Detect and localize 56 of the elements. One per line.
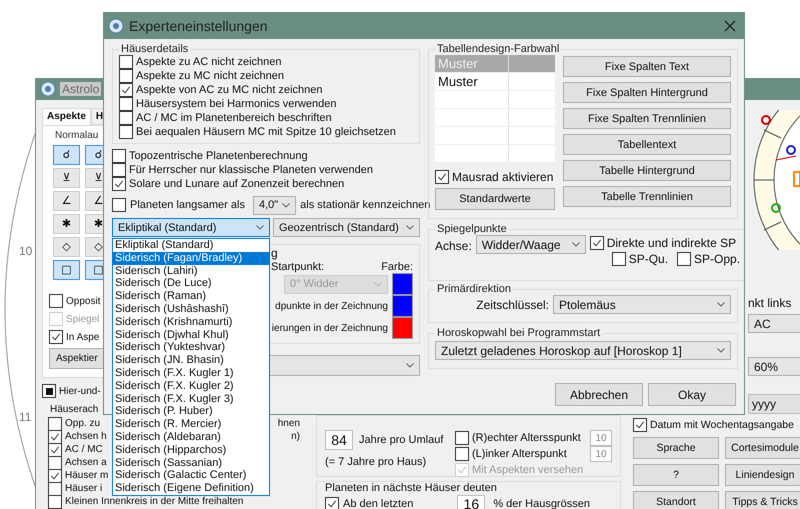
checkbox-label: Ab den letzten <box>343 498 414 509</box>
house-number: 11 <box>19 410 32 424</box>
color-row-label: dpunkte in der Zeichnung <box>275 300 388 312</box>
group-title: Tabellendesign-Farbwahl <box>436 43 560 55</box>
group-title: Häuserach <box>50 404 98 415</box>
per-house-label: (= 7 Jahre pro Haus) <box>325 456 428 468</box>
years-label: Jahre pro Umlauf <box>359 434 444 446</box>
color-label: Farbe: <box>381 261 413 273</box>
group-title: Normalau <box>55 130 98 141</box>
checkbox-label: (L)inker Alterspunkt <box>472 448 568 460</box>
label-fragment: n) <box>291 431 300 442</box>
checkbox-label: Aspekte zu AC nicht zeichnen <box>136 56 282 68</box>
checkbox-label: Kleinen Innenkreis in der Mitte freihalten <box>65 496 244 507</box>
checkbox-label: In Aspe <box>66 332 100 342</box>
house-number: 10 <box>19 244 32 258</box>
checkbox-label: Topozentrische Planetenberechnung <box>129 150 308 162</box>
checkbox-label: AC / MC <box>65 444 103 455</box>
label-fragment: hnen <box>278 418 300 429</box>
checkbox-label: Aspekte zu MC nicht zeichnen <box>136 70 284 82</box>
checkbox-label: SP-Qu. <box>628 252 668 266</box>
start-label: Startpunkt: <box>271 261 324 273</box>
checkbox-label: Mausrad aktivieren <box>452 170 554 184</box>
window-title: Astrolo <box>60 82 102 96</box>
checkbox-label: Häuser i <box>65 483 102 494</box>
checkbox-label: Datum mit Wochentagsangabe <box>650 419 794 431</box>
checkbox-label: (R)echter Altersspunkt <box>472 432 582 444</box>
checkbox-label: Planeten langsamer als <box>130 199 245 211</box>
color-row-label: ierungen in der Zeichnung <box>272 322 388 334</box>
group-title: Häuserdetails <box>120 43 190 55</box>
group-title: g <box>271 246 278 260</box>
checkbox-label: Achsen h <box>65 431 107 442</box>
checkbox-label: Direkte und indirekte SP <box>606 236 736 250</box>
checkbox-label: Häuser m <box>65 470 108 481</box>
checkbox-label: Aspekte von AC zu MC nicht zeichnen <box>136 84 322 96</box>
checkbox-label: Achsen a <box>65 457 107 468</box>
checkbox-label: Opposit <box>66 296 100 306</box>
unit-label: % der Hausgrössen <box>493 498 590 509</box>
checkbox-label: SP-Opp. <box>694 252 740 266</box>
checkbox-label: Für Herrscher nur klassische Planeten verwenden <box>129 164 373 176</box>
axis-label: Achse: <box>435 239 472 253</box>
checkbox-label: Solare und Lunare auf Zonenzeit berechnen <box>129 178 344 190</box>
group-title: Spiegelpunkte <box>436 223 508 235</box>
time-key-label: Zeitschlüssel: <box>476 298 549 312</box>
checkbox-label: Bei aequalen Häusern MC mit Spitze 10 gleichsetzen <box>136 126 396 138</box>
group-title: Horoskopwahl bei Programmstart <box>436 327 602 339</box>
group-title: Primärdirektion <box>436 283 512 295</box>
suffix-label: als stationär kennzeichnen <box>300 199 430 211</box>
checkbox-label: AC / MC im Planetenbereich beschriften <box>136 112 332 124</box>
field-label: nkt links <box>748 296 792 310</box>
checkbox-label: Mit Aspekten versehen <box>472 464 584 476</box>
checkbox-label: Hier-und- <box>59 386 101 396</box>
group-title: Planeten in nächste Häuser deuten <box>325 482 497 494</box>
checkbox-label: Spiegel <box>66 314 100 324</box>
checkbox-label: Opp. zu <box>65 418 100 429</box>
checkbox-label: Häusersystem bei Harmonics verwenden <box>136 98 337 110</box>
window-title: Experteneinstellungen <box>129 18 269 34</box>
